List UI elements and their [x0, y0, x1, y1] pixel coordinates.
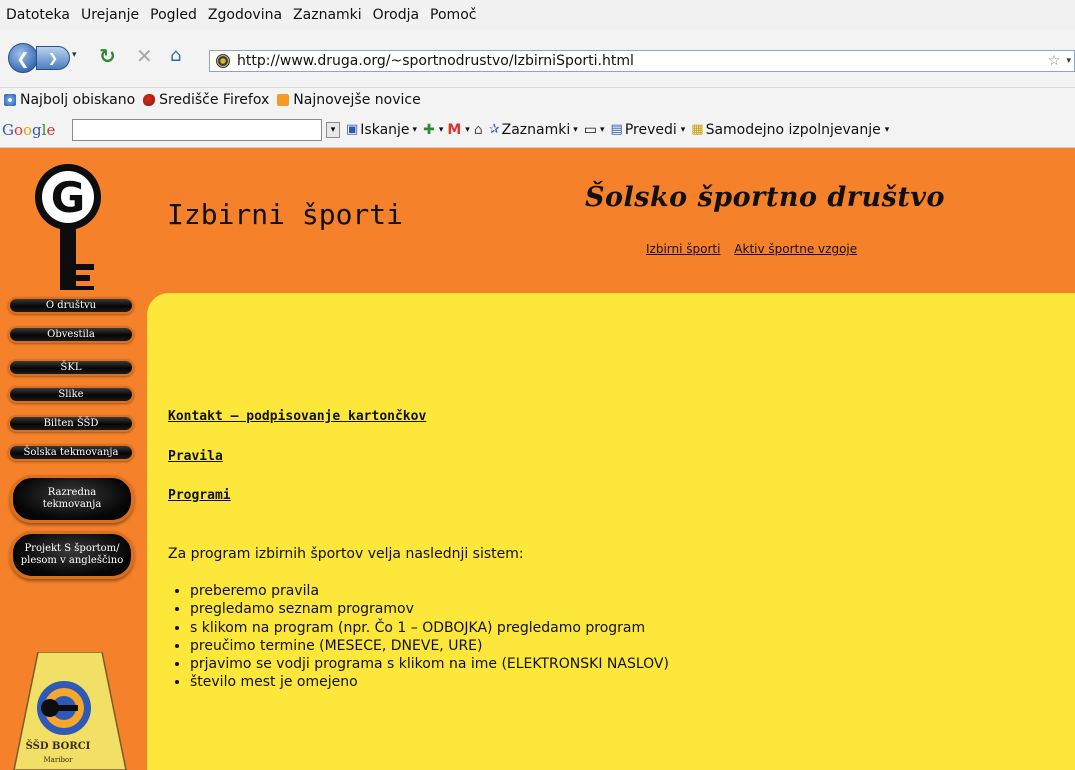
google-search-label: Iskanje: [360, 121, 410, 138]
ssd-borci-logo: ŠŠD BORCI Maribor: [13, 652, 127, 770]
navigation-toolbar: ❮ ❯ ▾ ↻ ✕ ⌂ http://www.druga.org/~sportn…: [0, 30, 1075, 88]
menu-view[interactable]: Pogled: [150, 7, 197, 23]
firefox-icon: [143, 94, 156, 106]
list-item: pregledamo seznam programov: [190, 600, 669, 618]
sidebar-item-projekt-s-sportom[interactable]: Projekt S športom/plesom v angleščino: [10, 531, 134, 579]
google-toolbar: Google ▾ ▣ Iskanje ▾ ✚ ▾ M ▾ ⌂ ✰ Zaznamk…: [0, 112, 1075, 148]
menu-bar: Datoteka Urejanje Pogled Zgodovina Zazna…: [0, 0, 1075, 30]
menu-tools[interactable]: Orodja: [373, 7, 419, 23]
list-item: preberemo pravila: [190, 582, 669, 600]
svg-text:ŠŠD BORCI: ŠŠD BORCI: [26, 740, 91, 752]
google-logo: Google: [2, 120, 56, 139]
bookmark-most-visited[interactable]: Najbolj obiskano: [4, 92, 135, 108]
rss-icon: [277, 94, 290, 106]
rules-list: preberemo pravila pregledamo seznam prog…: [190, 582, 669, 692]
globe-icon: [4, 94, 16, 106]
arrow-left-icon: ❮: [16, 48, 30, 68]
google-translate-button[interactable]: ▤ Prevedi ▾: [611, 122, 686, 138]
plus-icon: ✚: [423, 121, 435, 138]
google-autofill-button[interactable]: ▦ Samodejno izpolnjevanje ▾: [691, 122, 889, 138]
link-programi[interactable]: Programi: [168, 488, 231, 503]
intro-text: Za program izbirnih športov velja nasled…: [168, 546, 524, 562]
stop-button[interactable]: ✕: [136, 44, 153, 68]
link-izbirni-sporti[interactable]: Izbirni športi: [646, 242, 720, 256]
bookmark-label: Najnovejše novice: [293, 92, 421, 108]
menu-history[interactable]: Zgodovina: [208, 7, 282, 23]
close-icon: ✕: [136, 44, 153, 68]
sidebar-item-razredna-tekmovanja[interactable]: Razredna tekmovanja: [10, 475, 134, 523]
google-search-dropdown[interactable]: ▾: [326, 121, 340, 138]
reload-button[interactable]: ↻: [99, 44, 116, 68]
google-search-input[interactable]: [72, 118, 322, 141]
sidebar-item-slike[interactable]: Slike: [8, 386, 134, 403]
link-pravila[interactable]: Pravila: [168, 449, 223, 464]
gmail-icon: M: [447, 121, 462, 138]
star-icon: ✰: [488, 122, 500, 137]
site-favicon-icon: [216, 54, 230, 68]
link-aktiv-sportne-vzgoje[interactable]: Aktiv športne vzgoje: [734, 242, 857, 256]
list-item: preučimo termine (MESECE, DNEVE, URE): [190, 637, 669, 655]
bookmark-label: Središče Firefox: [159, 92, 270, 108]
google-extra-icons[interactable]: ✚ ▾ M ▾ ⌂: [423, 122, 483, 138]
autofill-icon: ▦: [691, 122, 704, 137]
menu-bookmarks[interactable]: Zaznamki: [293, 7, 362, 23]
school-key-logo: G: [35, 164, 101, 290]
bookmarks-toolbar: Najbolj obiskano Središče Firefox Najnov…: [0, 88, 1075, 112]
sidebar-item-solska-tekmovanja[interactable]: Šolska tekmovanja: [8, 444, 134, 461]
url-dropdown-button[interactable]: ▾: [1066, 56, 1071, 66]
svg-text:G: G: [51, 173, 85, 222]
translate-icon: ▤: [610, 122, 623, 137]
sidebar-item-obvestila[interactable]: Obvestila: [8, 326, 134, 343]
content-area: [147, 293, 1075, 770]
google-translate-label: Prevedi: [624, 121, 677, 138]
link-kontakt[interactable]: Kontakt – podpisovanje kartončkov: [168, 409, 426, 424]
sidebar-item-skl[interactable]: ŠKL: [8, 359, 134, 376]
google-icon: ▣: [346, 122, 359, 137]
google-popup-button[interactable]: ▭ ▾: [584, 122, 605, 138]
menu-help[interactable]: Pomoč: [430, 7, 476, 23]
list-item: prjavimo se vodji programa s klikom na i…: [190, 655, 669, 673]
bookmark-star-icon[interactable]: ☆: [1048, 53, 1061, 69]
forward-button[interactable]: ❯: [36, 46, 70, 70]
list-item: s klikom na program (npr. Čo 1 – ODBOJKA…: [190, 619, 669, 637]
page-title: Izbirni športi: [167, 198, 404, 231]
bookmark-label: Najbolj obiskano: [20, 92, 136, 108]
menu-edit[interactable]: Urejanje: [81, 7, 139, 23]
google-search-button[interactable]: ▣ Iskanje ▾: [346, 122, 417, 138]
sidebar-item-bilten-ssd[interactable]: Bilten ŠŠD: [8, 415, 134, 432]
google-bookmarks-label: Zaznamki: [501, 121, 571, 138]
sidebar-item-o-drustvu[interactable]: O društvu: [8, 297, 134, 314]
history-dropdown-button[interactable]: ▾: [72, 50, 77, 60]
reload-icon: ↻: [99, 44, 116, 68]
window-icon: ▭: [583, 121, 597, 138]
url-field[interactable]: http://www.druga.org/~sportnodrustvo/Izb…: [237, 53, 1048, 69]
arrow-right-icon: ❯: [47, 51, 59, 65]
bank-icon: ⌂: [473, 121, 483, 138]
back-button[interactable]: ❮: [8, 43, 38, 73]
bookmark-latest-news[interactable]: Najnovejše novice: [277, 92, 421, 108]
google-autofill-label: Samodejno izpolnjevanje: [705, 121, 881, 138]
svg-text:Maribor: Maribor: [44, 756, 74, 764]
list-item: število mest je omejeno: [190, 673, 669, 691]
menu-file[interactable]: Datoteka: [6, 7, 70, 23]
home-icon: ⌂: [170, 45, 182, 66]
home-button[interactable]: ⌂: [170, 45, 181, 66]
site-title: Šolsko športno društvo: [585, 182, 946, 213]
address-bar[interactable]: http://www.druga.org/~sportnodrustvo/Izb…: [209, 50, 1075, 72]
top-navigation: Izbirni športi Aktiv športne vzgoje: [646, 242, 867, 256]
bookmark-firefox-central[interactable]: Središče Firefox: [143, 92, 269, 108]
google-bookmarks-button[interactable]: ✰ Zaznamki ▾: [489, 122, 578, 138]
